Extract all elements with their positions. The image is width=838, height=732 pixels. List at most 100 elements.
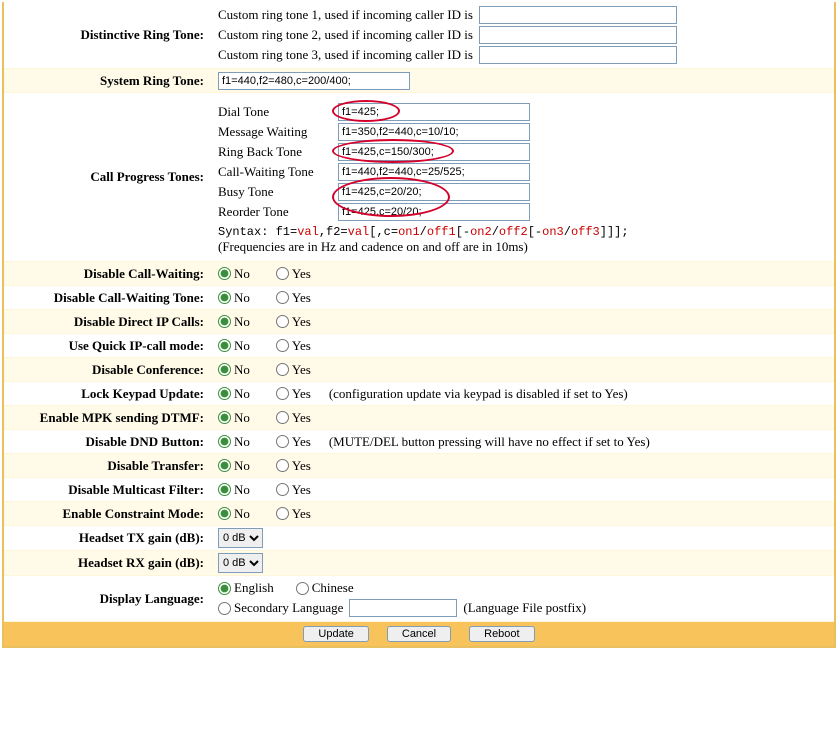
radio-disable-dipc-no[interactable] [218, 315, 231, 328]
update-button[interactable]: Update [303, 626, 368, 642]
label-disable-transfer: Disable Transfer: [4, 454, 214, 477]
cell-disable-conf: No Yes [214, 360, 834, 380]
input-ring1[interactable] [479, 6, 677, 24]
radio-mpk-dtmf-no[interactable] [218, 411, 231, 424]
label-ring-back: Ring Back Tone [218, 144, 332, 160]
cell-disable-multicast: No Yes [214, 480, 834, 500]
label-display-lang: Display Language: [4, 576, 214, 621]
row-distinctive-ring: Distinctive Ring Tone: Custom ring tone … [4, 2, 834, 69]
row-disable-transfer: Disable Transfer: No Yes [4, 454, 834, 478]
label-disable-conf: Disable Conference: [4, 358, 214, 381]
label-reorder-tone: Reorder Tone [218, 204, 332, 220]
radio-disable-cwt-no[interactable] [218, 291, 231, 304]
input-ring3[interactable] [479, 46, 677, 64]
cell-disable-dnd: No Yes (MUTE/DEL button pressing will ha… [214, 432, 834, 452]
label-constraint-mode: Enable Constraint Mode: [4, 502, 214, 525]
label-disable-multicast: Disable Multicast Filter: [4, 478, 214, 501]
footer-buttons: Update Cancel Reboot [4, 622, 834, 646]
radio-disable-transfer-no[interactable] [218, 459, 231, 472]
text-ring2: Custom ring tone 2, used if incoming cal… [218, 27, 473, 43]
radio-quick-ip-yes[interactable] [276, 339, 289, 352]
cell-tx-gain: 0 dB [214, 526, 834, 550]
radio-lang-english[interactable] [218, 582, 231, 595]
select-rx-gain[interactable]: 0 dB [218, 553, 263, 573]
label-disable-cwt: Disable Call-Waiting Tone: [4, 286, 214, 309]
input-call-waiting-tone[interactable] [338, 163, 530, 181]
note-disable-dnd: (MUTE/DEL button pressing will have no e… [329, 434, 650, 450]
row-disable-multicast: Disable Multicast Filter: No Yes [4, 478, 834, 502]
cell-lock-keypad: No Yes (configuration update via keypad … [214, 384, 834, 404]
cell-system-ring [214, 70, 834, 92]
syntax-note: (Frequencies are in Hz and cadence on an… [218, 239, 834, 255]
select-tx-gain[interactable]: 0 dB [218, 528, 263, 548]
radio-lang-secondary[interactable] [218, 602, 231, 615]
radio-disable-cw-no[interactable] [218, 267, 231, 280]
note-lock-keypad: (configuration update via keypad is disa… [329, 386, 628, 402]
cell-constraint-mode: No Yes [214, 504, 834, 524]
label-disable-cw: Disable Call-Waiting: [4, 262, 214, 285]
radio-disable-dipc-yes[interactable] [276, 315, 289, 328]
radio-constraint-mode-yes[interactable] [276, 507, 289, 520]
label-message-waiting: Message Waiting [218, 124, 332, 140]
cell-disable-cwt: No Yes [214, 288, 834, 308]
input-busy-tone[interactable] [338, 183, 530, 201]
radio-constraint-mode-no[interactable] [218, 507, 231, 520]
radio-quick-ip-no[interactable] [218, 339, 231, 352]
cell-progress-tones: Dial Tone Message Waiting Ring Back Tone… [214, 93, 834, 261]
radio-disable-cwt-yes[interactable] [276, 291, 289, 304]
text-ring1: Custom ring tone 1, used if incoming cal… [218, 7, 473, 23]
label-disable-dipc: Disable Direct IP Calls: [4, 310, 214, 333]
radio-mpk-dtmf-yes[interactable] [276, 411, 289, 424]
label-lock-keypad: Lock Keypad Update: [4, 382, 214, 405]
cancel-button[interactable]: Cancel [387, 626, 451, 642]
row-quick-ip: Use Quick IP-call mode: No Yes [4, 334, 834, 358]
row-disable-cwt: Disable Call-Waiting Tone: No Yes [4, 286, 834, 310]
radio-disable-cw-yes[interactable] [276, 267, 289, 280]
label-rx-gain: Headset RX gain (dB): [4, 551, 214, 575]
cell-mpk-dtmf: No Yes [214, 408, 834, 428]
row-system-ring: System Ring Tone: [4, 69, 834, 93]
input-reorder-tone[interactable] [338, 203, 530, 221]
row-constraint-mode: Enable Constraint Mode: No Yes [4, 502, 834, 526]
input-message-waiting[interactable] [338, 123, 530, 141]
row-disable-dnd: Disable DND Button: No Yes (MUTE/DEL but… [4, 430, 834, 454]
label-distinctive-ring: Distinctive Ring Tone: [4, 2, 214, 68]
radio-disable-conf-no[interactable] [218, 363, 231, 376]
label-tx-gain: Headset TX gain (dB): [4, 526, 214, 550]
row-disable-cw: Disable Call-Waiting: No Yes [4, 262, 834, 286]
input-dial-tone[interactable] [338, 103, 530, 121]
radio-disable-dnd-no[interactable] [218, 435, 231, 448]
input-system-ring[interactable] [218, 72, 410, 90]
label-disable-dnd: Disable DND Button: [4, 430, 214, 453]
radio-lock-keypad-yes[interactable] [276, 387, 289, 400]
label-dial-tone: Dial Tone [218, 104, 332, 120]
config-frame: Distinctive Ring Tone: Custom ring tone … [2, 2, 836, 648]
radio-disable-dnd-yes[interactable] [276, 435, 289, 448]
syntax-line: Syntax: f1=val,f2=val[,c=on1/off1[-on2/o… [218, 225, 834, 239]
cell-disable-cw: No Yes [214, 264, 834, 284]
label-mpk-dtmf: Enable MPK sending DTMF: [4, 406, 214, 429]
radio-lock-keypad-no[interactable] [218, 387, 231, 400]
row-mpk-dtmf: Enable MPK sending DTMF: No Yes [4, 406, 834, 430]
radio-lang-chinese[interactable] [296, 582, 309, 595]
radio-disable-multicast-yes[interactable] [276, 483, 289, 496]
label-call-waiting-tone: Call-Waiting Tone [218, 164, 332, 180]
text-ring3: Custom ring tone 3, used if incoming cal… [218, 47, 473, 63]
label-busy-tone: Busy Tone [218, 184, 332, 200]
reboot-button[interactable]: Reboot [469, 626, 534, 642]
input-ring-back[interactable] [338, 143, 530, 161]
cell-display-lang: English Chinese Secondary Language (Lang… [214, 576, 834, 621]
cell-disable-dipc: No Yes [214, 312, 834, 332]
radio-disable-multicast-no[interactable] [218, 483, 231, 496]
radio-disable-transfer-yes[interactable] [276, 459, 289, 472]
input-lang-postfix[interactable] [349, 599, 457, 617]
row-progress-tones: Call Progress Tones: Dial Tone Message W… [4, 93, 834, 262]
text-lang-postfix: (Language File postfix) [463, 600, 586, 616]
input-ring2[interactable] [479, 26, 677, 44]
row-rx-gain: Headset RX gain (dB): 0 dB [4, 551, 834, 576]
row-disable-conf: Disable Conference: No Yes [4, 358, 834, 382]
label-progress-tones: Call Progress Tones: [4, 93, 214, 261]
row-tx-gain: Headset TX gain (dB): 0 dB [4, 526, 834, 551]
cell-distinctive-ring: Custom ring tone 1, used if incoming cal… [214, 2, 834, 68]
radio-disable-conf-yes[interactable] [276, 363, 289, 376]
